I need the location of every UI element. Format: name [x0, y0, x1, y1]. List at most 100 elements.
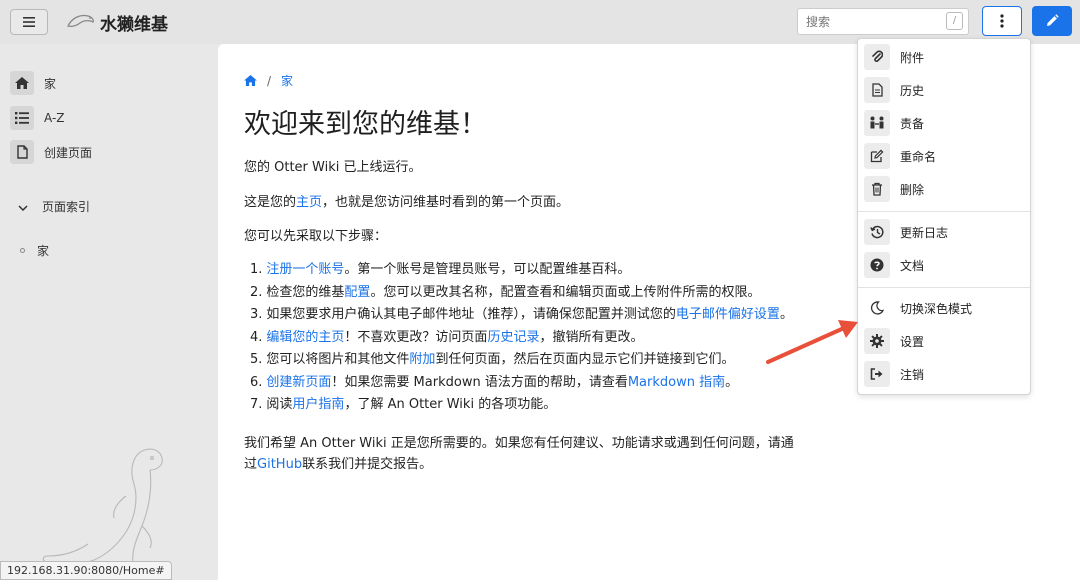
step-item: 6. 创建新页面！如果您需要 Markdown 语法方面的帮助，请查看Markdo… — [250, 371, 793, 394]
menu-item-label: 删除 — [900, 182, 925, 197]
menu-item-blame[interactable]: 责备 — [864, 110, 1024, 136]
step-number: 1. — [250, 262, 263, 277]
step-text: 您可以将图片和其他文件 — [266, 352, 410, 367]
text: 联系我们并提交报告。 — [302, 457, 433, 472]
homepage-link[interactable]: 主页 — [296, 195, 322, 210]
sidebar: 家 A-Z 创建页面 页面索引 家 — [0, 44, 218, 580]
sidebar-item-label: 家 — [44, 76, 57, 91]
menu-item-attachments[interactable]: 附件 — [864, 44, 1024, 70]
menu-item-rename[interactable]: 重命名 — [864, 143, 1024, 169]
otter-logo-icon — [67, 14, 94, 28]
step-item: 1. 注册一个账号。第一个账号是管理员账号，可以配置维基百科。 — [250, 258, 793, 281]
text: 过 — [244, 457, 258, 472]
menu-item-toggle-dark-mode[interactable]: 切换深色模式 — [864, 295, 1024, 321]
menu-item-label: 附件 — [900, 50, 925, 65]
step-number: 4. — [250, 329, 263, 345]
menu-item-label: 切换深色模式 — [900, 301, 973, 316]
step-text: 检查您的维基 — [266, 284, 345, 300]
sidebar-item-a-z[interactable]: A-Z — [10, 105, 65, 131]
bullet-icon — [20, 248, 25, 253]
step-link[interactable]: 用户指南 — [292, 397, 344, 412]
file-icon — [10, 140, 34, 164]
history-icon — [864, 219, 890, 245]
list-icon — [10, 106, 34, 130]
page-title: 欢迎来到您的维基！ — [244, 109, 487, 140]
step-text: 如果您要求用户确认其电子邮件地址（推荐），请确保您配置并测试您的 — [266, 307, 676, 322]
breadcrumb-current[interactable]: 家 — [281, 72, 293, 89]
annotation-arrow — [766, 320, 858, 364]
menu-item-changelog[interactable]: 更新日志 — [864, 219, 1024, 245]
menu-item-delete[interactable]: 删除 — [864, 176, 1024, 202]
home-icon[interactable] — [244, 75, 257, 86]
menu-item-docs[interactable]: 文档 — [864, 252, 1024, 278]
step-link[interactable]: 配置 — [344, 285, 370, 300]
sidebar-item-label: 创建页面 — [44, 145, 93, 160]
steps-list: 1. 注册一个账号。第一个账号是管理员账号，可以配置维基百科。 2. 检查您的维基配置… — [250, 258, 793, 416]
menu-item-label: 文档 — [900, 258, 925, 273]
step-item: 2. 检查您的维基配置。您可以更改其名称，配置查看和编辑页面或上传附件所需的权限。 — [250, 281, 793, 304]
brand-title[interactable]: 水獭维基 — [100, 10, 168, 35]
menu-item-settings[interactable]: 设置 — [864, 328, 1024, 354]
step-text: 。您可以更改其名称，配置查看和编辑页面或上传附件所需的权限。 — [370, 284, 761, 300]
menu-item-history[interactable]: 历史 — [864, 77, 1024, 103]
chevron-down-icon — [18, 200, 30, 214]
search-shortcut-hint: / — [946, 12, 963, 30]
otter-illustration — [42, 448, 163, 574]
step-link[interactable]: 创建新页面 — [266, 375, 331, 390]
step-item: 5. 您可以将图片和其他文件附加到任何页面，然后在页面内显示它们并链接到它们。 — [250, 348, 793, 371]
home-icon — [10, 71, 34, 95]
step-text: 阅读 — [266, 397, 293, 412]
step-text: ！如果您需要 Markdown 语法方面的帮助，请查看 — [331, 374, 628, 390]
more-options-menu: 附件 历史 责备 重命名 删除 更新日志 文档 切换深色模式 设置 注销 — [857, 38, 1031, 395]
step-link[interactable]: 附加 — [409, 352, 435, 367]
closing-paragraph-line2: 过GitHub联系我们并提交报告。 — [244, 453, 432, 472]
page-index-item-label: 家 — [37, 244, 50, 258]
text: ，也就是您访问维基时看到的第一个页面。 — [322, 195, 570, 210]
step-link[interactable]: Markdown 指南 — [628, 375, 725, 390]
sidebar-item-label: A-Z — [44, 111, 65, 125]
menu-item-label: 更新日志 — [900, 225, 949, 240]
step-link[interactable]: 历史记录 — [487, 330, 539, 345]
step-item: 3. 如果您要求用户确认其电子邮件地址（推荐），请确保您配置并测试您的电子邮件偏好… — [250, 303, 793, 326]
homepage-paragraph: 这是您的主页，也就是您访问维基时看到的第一个页面。 — [244, 191, 569, 210]
step-item: 7. 阅读用户指南，了解 An Otter Wiki 的各项功能。 — [250, 393, 793, 416]
edit-page-button[interactable] — [1032, 6, 1072, 36]
sidebar-toggle-button[interactable] — [10, 9, 48, 35]
step-text: 。第一个账号是管理员账号，可以配置维基百科。 — [344, 262, 631, 277]
step-text: ，撤销所有更改。 — [539, 329, 644, 345]
users-icon — [864, 110, 890, 136]
search-input[interactable] — [797, 8, 969, 35]
step-link[interactable]: 注册一个账号 — [266, 262, 344, 277]
github-link[interactable]: GitHub — [257, 457, 302, 472]
intro-paragraph: 您的 Otter Wiki 已上线运行。 — [244, 160, 422, 175]
step-link[interactable]: 编辑您的主页 — [266, 330, 344, 345]
step-text: ！不喜欢更改？访问页面 — [344, 329, 488, 345]
menu-item-logout[interactable]: 注销 — [864, 361, 1024, 387]
menu-divider — [858, 287, 1030, 288]
step-text: 到任何页面，然后在页面内显示它们并链接到它们。 — [435, 352, 735, 367]
sidebar-item-home[interactable]: 家 — [10, 70, 56, 96]
menu-item-label: 历史 — [900, 83, 925, 98]
question-icon — [864, 252, 890, 278]
menu-item-label: 注销 — [900, 367, 925, 382]
vertical-dots-icon — [1000, 14, 1004, 28]
step-number: 5. — [250, 352, 263, 367]
page-index-title: 页面索引 — [42, 200, 91, 214]
trash-icon — [864, 176, 890, 202]
steps-intro: 您可以先采取以下步骤： — [244, 229, 388, 244]
step-number: 7. — [250, 397, 263, 412]
document-icon — [864, 77, 890, 103]
sidebar-item-create-page[interactable]: 创建页面 — [10, 139, 92, 165]
text: 这是您的 — [244, 195, 297, 210]
menu-item-label: 设置 — [900, 334, 925, 349]
menu-divider — [858, 211, 1030, 212]
step-number: 2. — [250, 284, 263, 300]
page-index-section-toggle[interactable]: 页面索引 — [18, 198, 90, 215]
breadcrumb: / 家 — [244, 72, 293, 89]
more-options-button[interactable] — [982, 6, 1022, 36]
page-index-item-home[interactable]: 家 — [20, 242, 49, 259]
menu-item-label: 责备 — [900, 116, 925, 131]
paperclip-icon — [864, 44, 890, 70]
step-text: ，了解 An Otter Wiki 的各项功能。 — [344, 397, 557, 412]
step-item: 4. 编辑您的主页！不喜欢更改？访问页面历史记录，撤销所有更改。 — [250, 326, 793, 349]
